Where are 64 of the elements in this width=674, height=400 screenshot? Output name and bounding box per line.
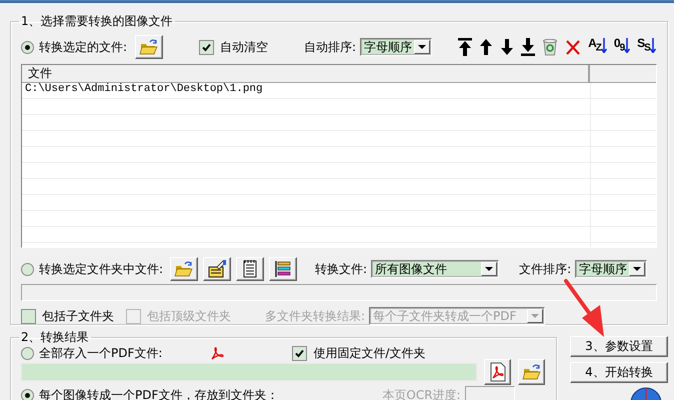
checkbox-label: 包括顶级文件夹 <box>147 308 231 324</box>
arrow-up-icon[interactable] <box>479 38 494 56</box>
move-bottom-icon[interactable] <box>521 38 536 56</box>
checkbox-label: 使用固定文件/文件夹 <box>313 344 426 362</box>
dropdown[interactable]: 所有图像文件 <box>371 260 500 278</box>
radio-button[interactable] <box>21 388 34 400</box>
move-top-icon[interactable] <box>458 38 472 56</box>
radio-label: 转换选定文件夹中文件: <box>39 260 164 278</box>
file-path-cell[interactable]: C:\Users\Administrator\Desktop\1.png <box>22 83 656 99</box>
dropdown-arrow-icon[interactable] <box>418 45 426 49</box>
ocr-progress-field <box>464 386 515 400</box>
action-button[interactable]: 3、参数设置 <box>570 336 668 357</box>
checkmark-icon <box>295 348 304 358</box>
tree-list-icon <box>273 259 294 279</box>
arrow-down-icon[interactable] <box>500 38 514 56</box>
dropdown[interactable]: 字母顺序 <box>360 38 432 56</box>
radio-button[interactable] <box>21 262 34 276</box>
checkbox-label: 自动清空 <box>220 38 268 56</box>
pdf-logo-icon <box>210 346 224 360</box>
checkmark-icon <box>202 42 212 52</box>
recycle-bin-icon[interactable] <box>542 38 558 56</box>
checkbox[interactable] <box>292 346 308 360</box>
radio-label: 转换选定的文件: <box>39 38 128 56</box>
pdf-path-field[interactable] <box>21 363 477 381</box>
group-title: 2、转换结果 <box>20 329 90 346</box>
open-folder-icon <box>174 259 194 279</box>
radio-label: 每个图像转成一个PDF文件，存放到文件夹： <box>39 386 278 400</box>
radio-label: 全部存入一个PDF文件: <box>39 344 162 362</box>
open-folder-icon <box>522 362 542 382</box>
sort-button[interactable]: 0$_{9}$ <box>614 37 630 57</box>
choose-pdf-button[interactable] <box>484 359 511 385</box>
folder-path-field[interactable] <box>21 284 657 301</box>
arrow-down-icon <box>600 37 607 53</box>
delete-icon[interactable] <box>565 38 582 56</box>
browse-files-button[interactable] <box>135 35 164 59</box>
radio-button[interactable] <box>21 346 34 360</box>
arrow-down-icon <box>650 37 656 53</box>
checkbox-label: 包括子文件夹 <box>42 308 114 324</box>
folder-tool-button[interactable] <box>269 257 298 281</box>
folder-tool-button[interactable] <box>236 257 264 281</box>
multi-folder-label: 多文件夹转换结果: <box>265 308 366 324</box>
pdf-file-icon <box>490 362 506 382</box>
checkbox[interactable] <box>199 40 214 54</box>
dropdown-arrow-icon[interactable] <box>633 267 642 271</box>
globe-icon <box>630 387 662 400</box>
folder-edit-icon <box>207 259 228 279</box>
sort-label: 自动排序: <box>304 38 356 56</box>
action-button[interactable]: 4、开始转换 <box>570 362 668 383</box>
open-folder-icon <box>139 37 160 57</box>
filter-label: 转换文件: <box>315 260 368 278</box>
group-title: 1、选择需要转换的图像文件 <box>20 13 174 30</box>
arrow-down-icon <box>624 37 630 53</box>
folder-tool-button[interactable] <box>203 257 232 281</box>
folder-tool-button[interactable] <box>170 257 198 281</box>
notepad-icon <box>242 259 258 279</box>
ocr-progress-label: 本页OCR进度: <box>382 386 461 400</box>
radio-button[interactable] <box>21 40 34 54</box>
checkbox[interactable] <box>21 308 36 324</box>
browse-folder-button[interactable] <box>518 359 545 385</box>
sort-label: 文件排序: <box>519 260 572 278</box>
sort-button[interactable]: S$_{S}$ <box>637 37 656 57</box>
sort-button[interactable]: A$_{Z}$ <box>588 37 607 57</box>
dropdown-arrow-icon[interactable] <box>485 267 494 271</box>
dropdown[interactable]: 字母顺序 <box>575 260 648 278</box>
